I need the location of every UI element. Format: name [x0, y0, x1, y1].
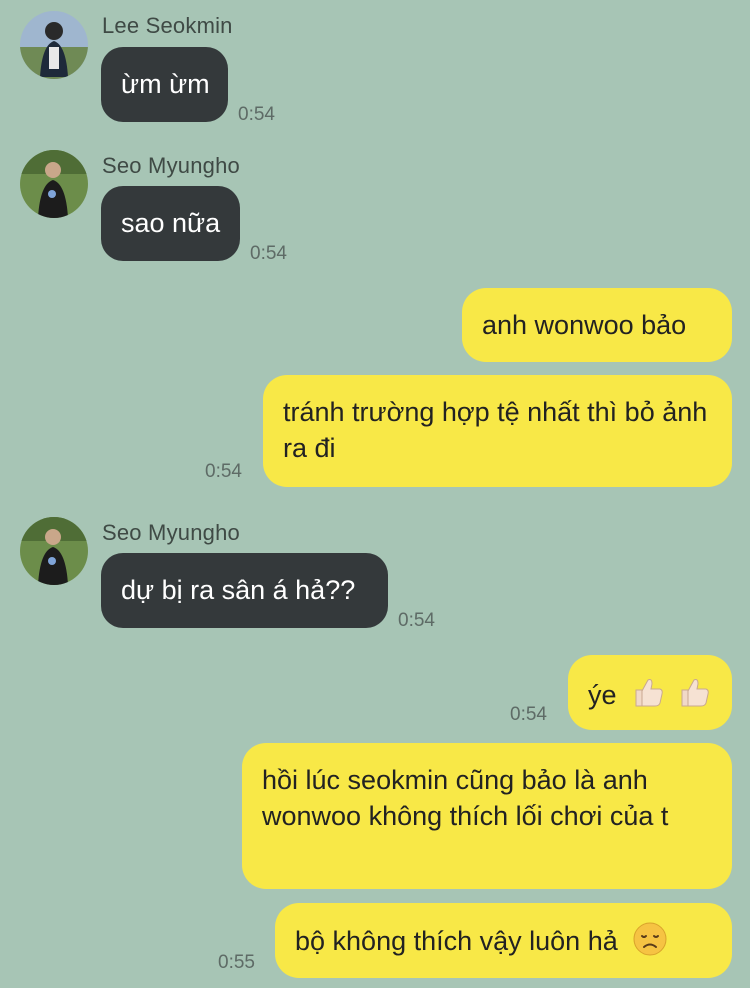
- thumbs-up-icon: [676, 674, 712, 719]
- message-text: ừm ừm: [121, 69, 210, 99]
- message-bubble-outgoing[interactable]: ýe: [568, 655, 732, 730]
- message-bubble-outgoing[interactable]: hồi lúc seokmin cũng bảo là anh wonwoo k…: [242, 743, 732, 889]
- disappointed-face-icon: [633, 922, 667, 965]
- thumbs-up-icon: [630, 674, 666, 719]
- message-time: 0:54: [510, 704, 547, 725]
- message-bubble-outgoing[interactable]: bộ không thích vậy luôn hả: [275, 903, 732, 978]
- message-bubble-outgoing[interactable]: anh wonwoo bảo: [462, 288, 732, 362]
- message-text: sao nữa: [121, 208, 221, 238]
- message-text: hồi lúc seokmin cũng bảo là anh wonwoo k…: [262, 765, 669, 831]
- message-text: bộ không thích vậy luôn hả: [295, 926, 618, 956]
- sender-name: Lee Seokmin: [102, 13, 233, 38]
- message-time: 0:54: [398, 610, 435, 631]
- message-bubble-outgoing[interactable]: tránh trường hợp tệ nhất thì bỏ ảnh ra đ…: [263, 375, 732, 487]
- avatar-seo-myungho[interactable]: [20, 517, 88, 585]
- sender-name: Seo Myungho: [102, 153, 240, 178]
- message-bubble-incoming[interactable]: ừm ừm: [101, 47, 228, 122]
- message-bubble-incoming[interactable]: sao nữa: [101, 186, 240, 261]
- message-text: dự bị ra sân á hả??: [121, 575, 356, 605]
- avatar-seo-myungho[interactable]: [20, 150, 88, 218]
- message-bubble-incoming[interactable]: dự bị ra sân á hả??: [101, 553, 388, 628]
- message-text: tránh trường hợp tệ nhất thì bỏ ảnh ra đ…: [283, 397, 708, 463]
- message-time: 0:54: [238, 104, 275, 125]
- message-time: 0:54: [250, 243, 287, 264]
- message-time: 0:55: [218, 952, 255, 973]
- message-time: 0:54: [205, 461, 242, 482]
- avatar-lee-seokmin[interactable]: [20, 11, 88, 79]
- message-text: anh wonwoo bảo: [482, 310, 687, 340]
- sender-name: Seo Myungho: [102, 520, 240, 545]
- message-text: ýe: [588, 680, 617, 710]
